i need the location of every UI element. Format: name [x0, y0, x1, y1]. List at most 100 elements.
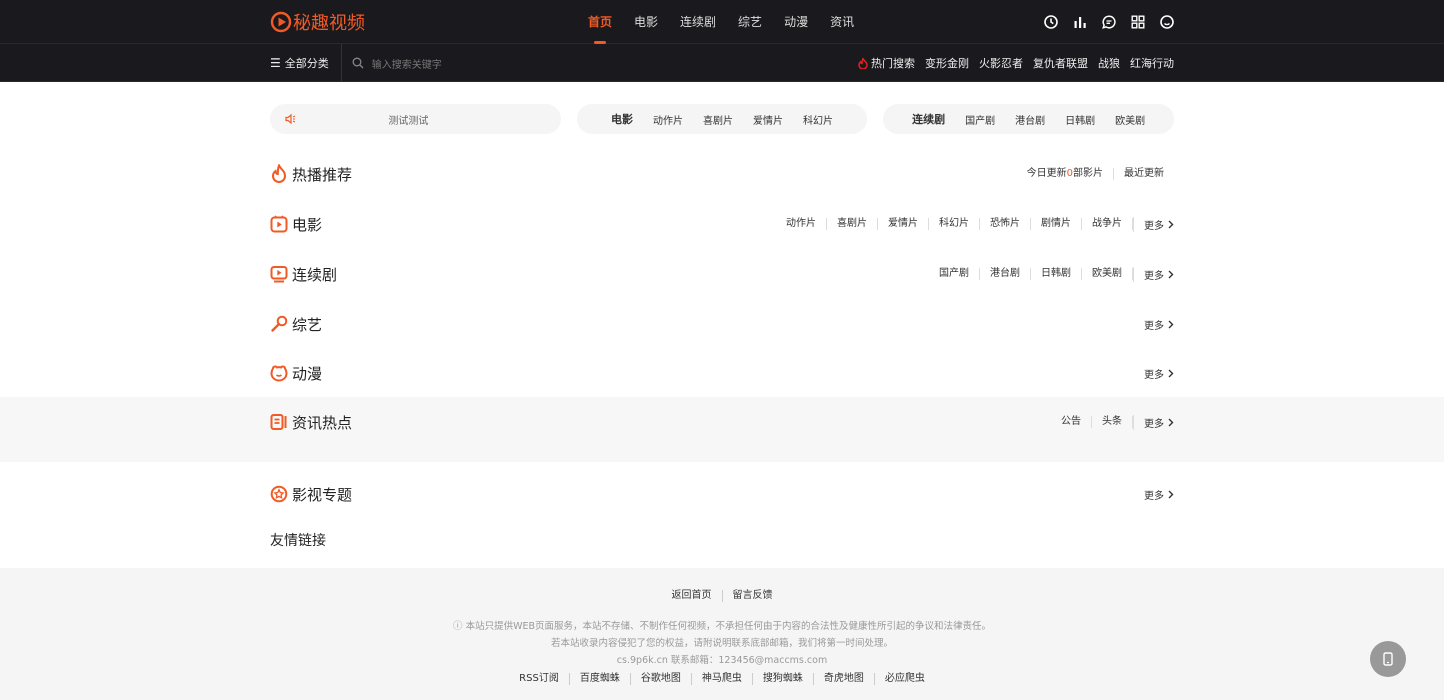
crawler-link[interactable]: 搜狗蜘蛛: [753, 673, 814, 685]
series-chip-item[interactable]: 国产剧: [965, 112, 995, 127]
section-hot: 热播推荐 今日更新0部影片 最近更新: [270, 149, 1174, 199]
crawler-link[interactable]: 神马爬虫: [692, 673, 753, 685]
notice-chip[interactable]: 测试测试: [270, 104, 561, 134]
series-category-link[interactable]: 欧美剧: [1082, 268, 1133, 280]
variety-more-link[interactable]: 更多: [1134, 317, 1174, 332]
tv-icon: [270, 266, 288, 283]
section-news-title: 资讯热点: [292, 413, 353, 432]
section-anime: 动漫 更多: [270, 349, 1174, 397]
nav-series[interactable]: 连续剧: [680, 0, 716, 44]
lower-content: 影视专题 更多 友情链接: [270, 462, 1174, 554]
series-chip-item[interactable]: 日韩剧: [1065, 112, 1095, 127]
microphone-icon: [271, 315, 288, 332]
chevron-right-icon: [1168, 220, 1174, 228]
series-category-link[interactable]: 国产剧: [929, 268, 980, 280]
feedback-link[interactable]: 留言反馈: [723, 590, 783, 602]
section-news: 资讯热点 公告 头条 更多: [270, 397, 1174, 462]
news-more-link[interactable]: 更多: [1133, 414, 1174, 430]
main-content: 测试测试 电影 动作片 喜剧片 爱情片 科幻片 连续剧 国产剧 港台剧 日韩剧 …: [270, 104, 1174, 397]
section-variety-title: 综艺: [292, 315, 323, 334]
all-categories-label: 全部分类: [284, 57, 329, 70]
news-category-link[interactable]: 头条: [1092, 416, 1133, 428]
message-icon[interactable]: [1102, 15, 1116, 29]
flame-icon: [271, 164, 287, 183]
movie-chip: 电影 动作片 喜剧片 爱情片 科幻片: [576, 104, 868, 134]
movie-more-link[interactable]: 更多: [1133, 216, 1174, 232]
search-box[interactable]: 输入搜索关键字: [342, 56, 442, 71]
anime-more-link[interactable]: 更多: [1134, 366, 1174, 381]
qrcode-icon[interactable]: [1131, 15, 1145, 29]
recent-update-link[interactable]: 最近更新: [1114, 168, 1174, 180]
crawler-links: RSS订阅 百度蜘蛛 谷歌地图 神马爬虫 搜狗蜘蛛 奇虎地图 必应爬虫: [0, 673, 1444, 685]
today-update-info: 今日更新0部影片: [1017, 168, 1114, 180]
friend-links-title: 友情链接: [270, 533, 326, 549]
movie-category-link[interactable]: 喜剧片: [827, 218, 878, 230]
all-categories-button[interactable]: ☰ 全部分类: [270, 44, 342, 82]
nav-home[interactable]: 首页: [588, 0, 612, 44]
crawler-link[interactable]: 奇虎地图: [814, 673, 875, 685]
movie-chip-item[interactable]: 爱情片: [753, 112, 783, 127]
news-band: 资讯热点 公告 头条 更多: [0, 397, 1444, 462]
crawler-link[interactable]: RSS订阅: [509, 673, 570, 685]
hot-search-item[interactable]: 红海行动: [1130, 55, 1174, 71]
chevron-right-icon: [1168, 320, 1174, 328]
section-topic: 影视专题 更多: [270, 462, 1174, 526]
chart-icon[interactable]: [1073, 15, 1087, 29]
hot-search-label: 热门搜索: [858, 55, 915, 71]
menu-icon: ☰: [270, 56, 281, 70]
history-icon[interactable]: [1044, 15, 1058, 29]
top-header: 秘趣视频 首页 电影 连续剧 综艺 动漫 资讯: [0, 0, 1444, 44]
hot-search-item[interactable]: 复仇者联盟: [1033, 55, 1088, 71]
copyright-notice: 若本站收录内容侵犯了您的权益，请附说明联系底部邮箱，我们将第一时间处理。: [550, 638, 893, 649]
back-home-link[interactable]: 返回首页: [662, 590, 723, 602]
crawler-link[interactable]: 百度蜘蛛: [570, 673, 631, 685]
movie-category-link[interactable]: 爱情片: [878, 218, 929, 230]
nav-news[interactable]: 资讯: [830, 0, 854, 44]
main-nav: 首页 电影 连续剧 综艺 动漫 资讯: [588, 0, 876, 44]
movie-category-link[interactable]: 科幻片: [929, 218, 980, 230]
footer: 返回首页 留言反馈 ⓘ 本站只提供WEB页面服务，本站不存储、不制作任何视频，不…: [0, 568, 1444, 700]
series-chip-title[interactable]: 连续剧: [912, 111, 945, 127]
mobile-view-button[interactable]: [1370, 641, 1406, 677]
nav-anime[interactable]: 动漫: [784, 0, 808, 44]
section-series-title: 连续剧: [292, 265, 338, 284]
crawler-link[interactable]: 谷歌地图: [631, 673, 692, 685]
movie-chip-item[interactable]: 科幻片: [803, 112, 833, 127]
search-input[interactable]: 输入搜索关键字: [372, 56, 442, 71]
section-variety: 综艺 更多: [270, 299, 1174, 349]
contact-email: cs.9p6k.cn 联系邮箱：123456@maccms.com: [616, 655, 828, 666]
hot-search-item[interactable]: 战狼: [1098, 55, 1120, 71]
series-category-link[interactable]: 日韩剧: [1031, 268, 1082, 280]
movie-icon: [270, 215, 288, 233]
news-category-link[interactable]: 公告: [1051, 416, 1092, 428]
series-chip-item[interactable]: 欧美剧: [1115, 112, 1145, 127]
phone-icon: [1383, 652, 1393, 666]
footer-links: 返回首页 留言反馈: [0, 590, 1444, 602]
disclaimer: ⓘ 本站只提供WEB页面服务，本站不存储、不制作任何视频，不承担任何由于内容的合…: [0, 618, 1444, 669]
movie-category-link[interactable]: 恐怖片: [980, 218, 1031, 230]
movie-category-link[interactable]: 战争片: [1082, 218, 1133, 230]
series-category-link[interactable]: 港台剧: [980, 268, 1031, 280]
hot-search-item[interactable]: 变形金刚: [925, 55, 969, 71]
section-hot-title: 热播推荐: [292, 165, 353, 184]
chevron-right-icon: [1168, 369, 1174, 377]
quick-chips: 测试测试 电影 动作片 喜剧片 爱情片 科幻片 连续剧 国产剧 港台剧 日韩剧 …: [270, 104, 1174, 134]
crawler-link[interactable]: 必应爬虫: [875, 673, 935, 685]
series-more-link[interactable]: 更多: [1133, 266, 1174, 282]
news-icon: [270, 414, 287, 430]
movie-category-link[interactable]: 剧情片: [1031, 218, 1082, 230]
movie-chip-item[interactable]: 动作片: [653, 112, 683, 127]
section-movie-title: 电影: [292, 215, 323, 234]
speaker-icon: [285, 113, 296, 125]
site-logo[interactable]: 秘趣视频: [270, 9, 588, 35]
series-chip: 连续剧 国产剧 港台剧 日韩剧 欧美剧: [883, 104, 1174, 134]
movie-category-link[interactable]: 动作片: [776, 218, 827, 230]
movie-chip-title[interactable]: 电影: [611, 111, 633, 127]
user-icon[interactable]: [1160, 15, 1174, 29]
movie-chip-item[interactable]: 喜剧片: [703, 112, 733, 127]
hot-search-item[interactable]: 火影忍者: [979, 55, 1023, 71]
nav-movie[interactable]: 电影: [634, 0, 658, 44]
topic-more-link[interactable]: 更多: [1134, 487, 1174, 502]
nav-variety[interactable]: 综艺: [738, 0, 762, 44]
series-chip-item[interactable]: 港台剧: [1015, 112, 1045, 127]
